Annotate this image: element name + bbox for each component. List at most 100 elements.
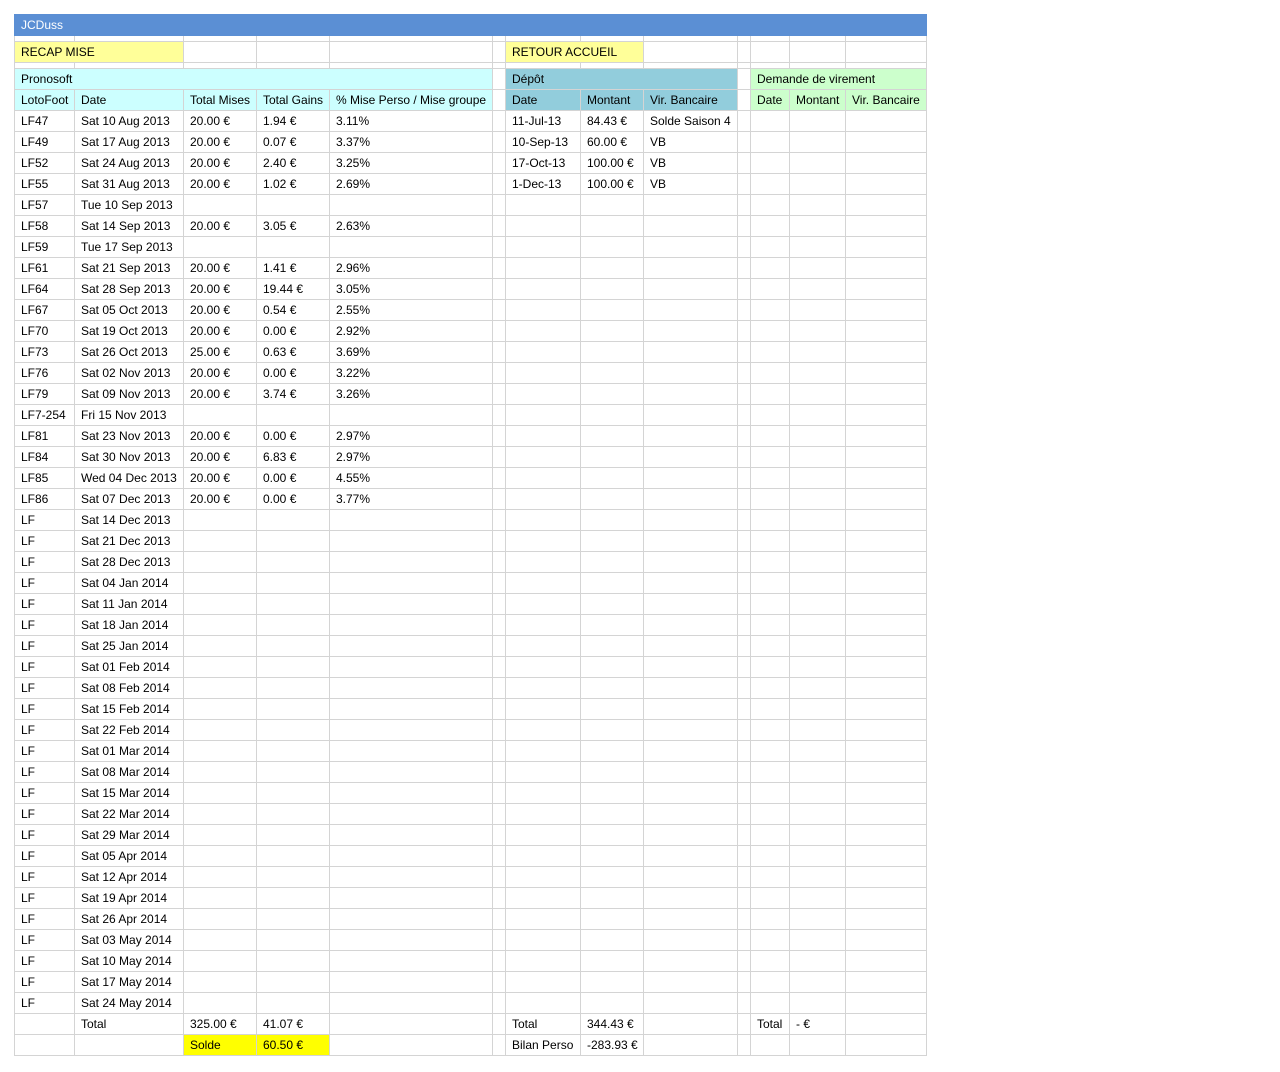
- total-gains: 41.07 €: [256, 1013, 330, 1035]
- cell-depot-date: [505, 740, 581, 762]
- cell-total-mises: [183, 677, 257, 699]
- cell-date: Sat 08 Mar 2014: [74, 761, 184, 783]
- cell-depot-montant: [580, 845, 644, 867]
- cell-total-gains: 0.63 €: [256, 341, 330, 363]
- cell-demande-date: [750, 866, 790, 888]
- spacer-cell: [737, 236, 751, 258]
- cell-lotofoot: LF76: [14, 362, 75, 384]
- cell-demande-vir: [845, 908, 927, 930]
- cell-depot-vir: [643, 824, 738, 846]
- cell-depot-date: [505, 572, 581, 594]
- cell-pct-mise: [329, 761, 493, 783]
- cell-depot-date: [505, 929, 581, 951]
- cell-demande-montant: [789, 761, 846, 783]
- cell-date: Sat 14 Sep 2013: [74, 215, 184, 237]
- cell-lotofoot: LF: [14, 719, 75, 741]
- cell-demande-date: [750, 635, 790, 657]
- cell-depot-montant: [580, 278, 644, 300]
- cell-demande-vir: [845, 782, 927, 804]
- cell-depot-date: [505, 761, 581, 783]
- spacer-cell: [492, 467, 506, 489]
- cell-depot-vir: [643, 488, 738, 510]
- link-row: RECAP MISE RETOUR ACCUEIL: [14, 41, 927, 63]
- cell-depot-vir: [643, 971, 738, 993]
- cell-date: Sat 01 Feb 2014: [74, 656, 184, 678]
- cell-demande-montant: [789, 677, 846, 699]
- demande-total: - €: [789, 1013, 846, 1035]
- cell-lotofoot: LF: [14, 530, 75, 552]
- cell-pct-mise: 3.37%: [329, 131, 493, 153]
- cell-depot-montant: [580, 698, 644, 720]
- cell-date: Sat 19 Apr 2014: [74, 887, 184, 909]
- cell-demande-montant: [789, 698, 846, 720]
- cell-depot-vir: [643, 509, 738, 531]
- cell-date: Sat 08 Feb 2014: [74, 677, 184, 699]
- cell-lotofoot: LF67: [14, 299, 75, 321]
- table-row: LF84 Sat 30 Nov 2013 20.00 €6.83 €2.97%: [14, 446, 927, 468]
- cell-date: Sat 05 Apr 2014: [74, 845, 184, 867]
- spacer-cell: [737, 152, 751, 174]
- cell-depot-date: [505, 824, 581, 846]
- cell-date: Wed 04 Dec 2013: [74, 467, 184, 489]
- cell-lotofoot: LF57: [14, 194, 75, 216]
- cell-total-gains: [256, 509, 330, 531]
- cell-demande-montant: [789, 908, 846, 930]
- table-row: LF Sat 21 Dec 2013: [14, 530, 927, 552]
- cell-depot-vir: VB: [643, 131, 738, 153]
- cell-demande-date: [750, 425, 790, 447]
- spacer-cell: [492, 698, 506, 720]
- cell-total-mises: [183, 845, 257, 867]
- cell-demande-montant: [789, 341, 846, 363]
- cell-date: Sat 21 Dec 2013: [74, 530, 184, 552]
- cell-total-gains: 0.00 €: [256, 488, 330, 510]
- cell-depot-montant: [580, 341, 644, 363]
- cell-demande-vir: [845, 341, 927, 363]
- header-depot-vir: Vir. Bancaire: [643, 89, 738, 111]
- recap-mise-link[interactable]: RECAP MISE: [14, 41, 184, 63]
- cell-total-gains: 0.00 €: [256, 362, 330, 384]
- header-total-gains: Total Gains: [256, 89, 330, 111]
- spacer-cell: [737, 992, 751, 1014]
- cell-demande-date: [750, 341, 790, 363]
- cell-lotofoot: LF86: [14, 488, 75, 510]
- cell-date: Tue 17 Sep 2013: [74, 236, 184, 258]
- cell-pct-mise: [329, 719, 493, 741]
- table-row: LF49 Sat 17 Aug 2013 20.00 €0.07 €3.37% 10-…: [14, 131, 927, 153]
- table-row: LF64 Sat 28 Sep 2013 20.00 €19.44 €3.05%: [14, 278, 927, 300]
- cell-date: Sat 05 Oct 2013: [74, 299, 184, 321]
- cell-demande-vir: [845, 698, 927, 720]
- retour-accueil-link[interactable]: RETOUR ACCUEIL: [505, 41, 644, 63]
- cell-total-mises: 20.00 €: [183, 362, 257, 384]
- cell-date: Sat 09 Nov 2013: [74, 383, 184, 405]
- cell-demande-montant: [789, 740, 846, 762]
- cell-demande-vir: [845, 236, 927, 258]
- cell-date: Sat 17 Aug 2013: [74, 131, 184, 153]
- cell-depot-date: [505, 425, 581, 447]
- cell-depot-date: [505, 677, 581, 699]
- cell-depot-montant: [580, 236, 644, 258]
- spacer-cell: [492, 572, 506, 594]
- cell-depot-date: [505, 593, 581, 615]
- cell-lotofoot: LF47: [14, 110, 75, 132]
- cell-date: Sat 15 Feb 2014: [74, 698, 184, 720]
- cell-date: Sat 10 Aug 2013: [74, 110, 184, 132]
- spacer-cell: [737, 950, 751, 972]
- cell-pct-mise: [329, 593, 493, 615]
- depot-total: 344.43 €: [580, 1013, 644, 1035]
- table-row: LF Sat 17 May 2014: [14, 971, 927, 993]
- cell-demande-montant: [789, 866, 846, 888]
- cell-demande-date: [750, 110, 790, 132]
- cell-lotofoot: LF73: [14, 341, 75, 363]
- cell-total-gains: [256, 572, 330, 594]
- cell-depot-vir: [643, 845, 738, 867]
- cell-date: Sat 31 Aug 2013: [74, 173, 184, 195]
- solde-value: 60.50 €: [256, 1034, 330, 1056]
- table-row: LF Sat 18 Jan 2014: [14, 614, 927, 636]
- cell-demande-date: [750, 761, 790, 783]
- spacer-cell: [492, 635, 506, 657]
- cell-date: Fri 15 Nov 2013: [74, 404, 184, 426]
- spacer-cell: [737, 866, 751, 888]
- cell-depot-date: [505, 782, 581, 804]
- cell-total-gains: [256, 698, 330, 720]
- cell-total-mises: [183, 992, 257, 1014]
